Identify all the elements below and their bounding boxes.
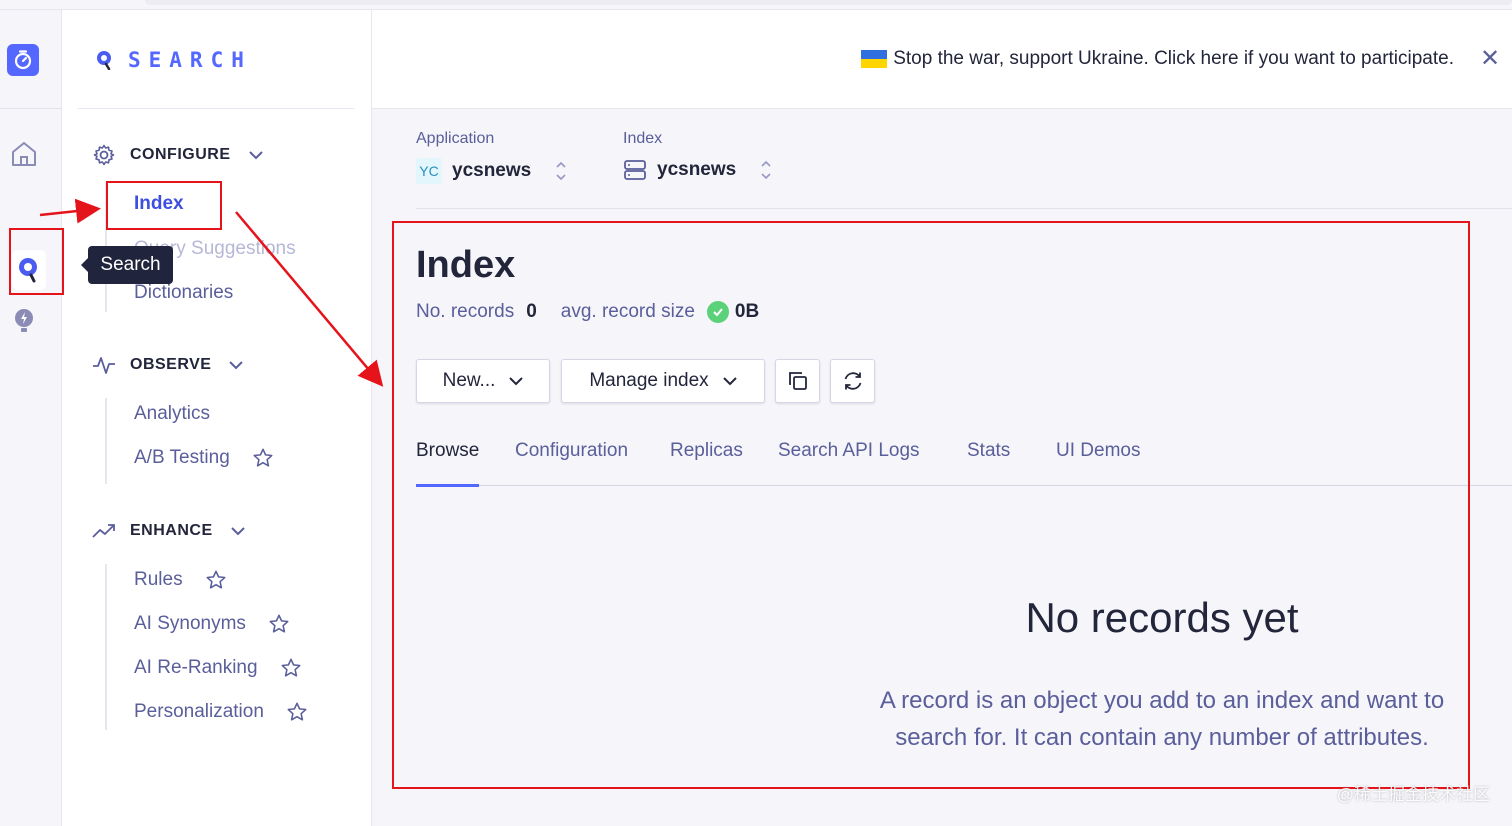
star-icon[interactable] xyxy=(280,657,302,679)
annotation-box-main xyxy=(392,221,1470,789)
star-icon[interactable] xyxy=(205,569,227,591)
stopwatch-logo-icon[interactable] xyxy=(7,44,39,76)
sidebar-item-personalization[interactable]: Personalization xyxy=(134,701,308,723)
sidebar-divider xyxy=(78,108,354,109)
watermark: @稀土掘金技术社区 xyxy=(1336,785,1490,804)
enhance-guide-line xyxy=(105,564,107,730)
up-down-chevron-icon xyxy=(760,159,772,181)
window-top-bar xyxy=(0,0,1512,10)
banner-message[interactable]: Stop the war, support Ukraine. Click her… xyxy=(861,48,1454,70)
search-tooltip: Search xyxy=(81,246,173,284)
index-label: Index xyxy=(623,130,663,147)
sidebar-item-label: AI Synonyms xyxy=(134,613,246,634)
close-icon[interactable]: ✕ xyxy=(1478,45,1502,72)
section-enhance-label: ENHANCE xyxy=(130,522,213,539)
sidebar-item-ab-testing[interactable]: A/B Testing xyxy=(134,447,274,469)
sidebar-item-dictionaries[interactable]: Dictionaries xyxy=(134,282,233,304)
application-label: Application xyxy=(416,130,495,147)
application-badge: YC xyxy=(416,158,442,184)
sidebar: SEARCH CONFIGURE Index Query Suggestions… xyxy=(62,10,372,826)
section-enhance[interactable]: ENHANCE xyxy=(92,519,245,543)
brand-name: SEARCH xyxy=(128,48,252,72)
trending-up-icon xyxy=(92,524,115,538)
lightbulb-icon[interactable] xyxy=(12,308,36,334)
section-observe-label: OBSERVE xyxy=(130,356,212,373)
home-icon[interactable] xyxy=(10,140,38,168)
section-configure-label: CONFIGURE xyxy=(130,146,231,163)
observe-guide-line xyxy=(105,398,107,484)
index-value: ycsnews xyxy=(657,159,737,180)
chevron-down-icon xyxy=(229,361,244,370)
star-icon[interactable] xyxy=(252,447,274,469)
search-logo-icon xyxy=(97,51,111,70)
chevron-down-icon xyxy=(230,527,245,536)
index-selector[interactable]: Index ycsnews xyxy=(623,130,772,182)
banner-text: Stop the war, support Ukraine. Click her… xyxy=(893,48,1454,69)
rail-divider xyxy=(0,108,62,109)
star-icon[interactable] xyxy=(268,613,290,635)
annotation-box-index xyxy=(106,181,222,230)
tooltip-text: Search xyxy=(100,254,161,275)
database-icon xyxy=(624,160,646,180)
application-selector[interactable]: Application YC ycsnews xyxy=(416,130,567,184)
product-brand[interactable]: SEARCH xyxy=(96,48,252,72)
annotation-box-rail-search xyxy=(9,228,64,295)
star-icon[interactable] xyxy=(286,701,308,723)
sidebar-item-label: Personalization xyxy=(134,701,264,722)
app-rail xyxy=(0,10,62,826)
gear-icon xyxy=(93,144,115,166)
sidebar-item-label: AI Re-Ranking xyxy=(134,657,258,678)
context-divider xyxy=(416,208,1512,209)
sidebar-item-label: Rules xyxy=(134,569,183,590)
sidebar-item-label: Analytics xyxy=(134,403,211,424)
ukraine-banner[interactable]: Stop the war, support Ukraine. Click her… xyxy=(372,10,1512,109)
section-observe[interactable]: OBSERVE xyxy=(92,353,244,377)
ukraine-flag-icon xyxy=(861,50,888,68)
chevron-down-icon xyxy=(248,151,263,160)
address-bar xyxy=(145,0,1512,5)
up-down-chevron-icon xyxy=(555,160,567,182)
sidebar-item-rules[interactable]: Rules xyxy=(134,569,227,591)
section-configure[interactable]: CONFIGURE xyxy=(92,143,263,167)
sidebar-item-label: A/B Testing xyxy=(134,447,230,468)
sidebar-item-ai-synonyms[interactable]: AI Synonyms xyxy=(134,613,290,635)
activity-icon xyxy=(93,357,115,374)
sidebar-item-ai-re-ranking[interactable]: AI Re-Ranking xyxy=(134,657,302,679)
sidebar-item-label: Dictionaries xyxy=(134,282,234,303)
application-value: ycsnews xyxy=(452,160,532,181)
sidebar-item-analytics[interactable]: Analytics xyxy=(134,403,210,425)
